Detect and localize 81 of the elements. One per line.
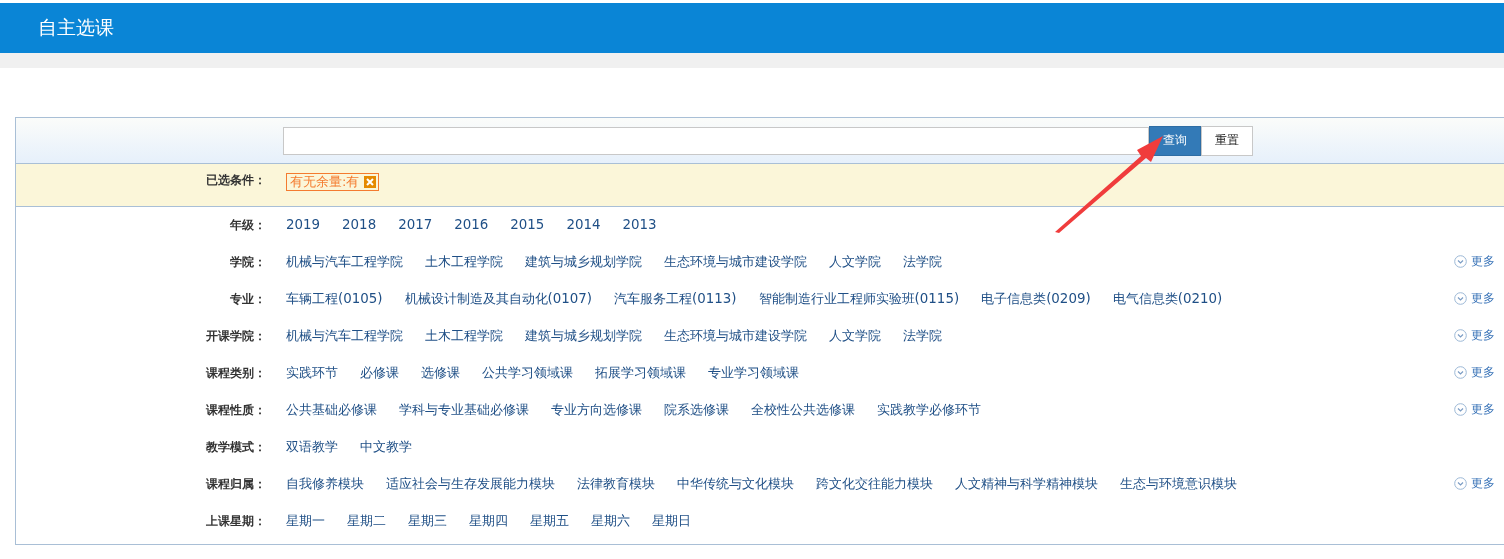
filter-option[interactable]: 双语教学 <box>286 435 338 459</box>
query-button[interactable]: 查询 <box>1149 125 1201 156</box>
filter-option[interactable]: 生态环境与城市建设学院 <box>664 324 807 348</box>
more-link[interactable]: 更多 <box>1454 401 1495 418</box>
filter-option[interactable]: 星期三 <box>408 509 447 533</box>
filter-label: 课程性质： <box>205 402 266 419</box>
filter-option[interactable]: 法学院 <box>903 324 942 348</box>
chevron-icon <box>1454 477 1467 490</box>
tag-text: 有无余量:有 <box>290 174 360 190</box>
filter-label: 年级： <box>229 217 266 234</box>
filter-option[interactable]: 生态与环境意识模块 <box>1120 472 1237 496</box>
filter-option[interactable]: 建筑与城乡规划学院 <box>525 324 642 348</box>
filter-label: 学院： <box>229 254 266 271</box>
filter-option[interactable]: 星期五 <box>530 509 569 533</box>
filter-option[interactable]: 学科与专业基础必修课 <box>399 398 529 422</box>
page-title: 自主选课 <box>38 15 114 40</box>
more-link[interactable]: 更多 <box>1454 290 1495 307</box>
search-field[interactable] <box>283 126 1149 155</box>
filter-option[interactable]: 2016 <box>454 213 489 237</box>
filter-option[interactable]: 星期一 <box>286 509 325 533</box>
filter-option[interactable]: 公共学习领域课 <box>482 361 573 385</box>
filter-option[interactable]: 跨文化交往能力模块 <box>816 472 933 496</box>
filter-option[interactable]: 2017 <box>398 213 433 237</box>
filter-option[interactable]: 自我修养模块 <box>286 472 364 496</box>
remove-icon[interactable] <box>364 176 377 188</box>
filter-option[interactable]: 中文教学 <box>360 435 412 459</box>
filter-option[interactable]: 实践环节 <box>286 361 338 385</box>
more-link[interactable]: 更多 <box>1454 253 1495 270</box>
filter-option[interactable]: 人文学院 <box>829 250 881 274</box>
filter-option[interactable]: 适应社会与生存发展能力模块 <box>386 472 555 496</box>
chevron-icon <box>1454 255 1467 268</box>
filter-option[interactable]: 全校性公共选修课 <box>751 398 855 422</box>
filter-option[interactable]: 拓展学习领域课 <box>595 361 686 385</box>
filter-label: 开课学院： <box>205 328 266 345</box>
filter-option[interactable]: 生态环境与城市建设学院 <box>664 250 807 274</box>
filter-option[interactable]: 星期六 <box>591 509 630 533</box>
more-link[interactable]: 更多 <box>1454 475 1495 492</box>
conditions-label: 已选条件： <box>205 172 266 189</box>
filter-option[interactable]: 法律教育模块 <box>577 472 655 496</box>
filter-label: 专业： <box>229 291 266 308</box>
filter-option[interactable]: 2019 <box>286 213 321 237</box>
chevron-icon <box>1454 403 1467 416</box>
filter-option[interactable]: 2018 <box>342 213 377 237</box>
filter-option[interactable]: 机械与汽车工程学院 <box>286 250 403 274</box>
filter-option[interactable]: 汽车服务工程(0113) <box>614 287 737 311</box>
filter-option[interactable]: 专业学习领域课 <box>708 361 799 385</box>
filter-option[interactable]: 法学院 <box>903 250 942 274</box>
filter-option[interactable]: 智能制造行业工程师实验班(0115) <box>758 287 960 311</box>
filter-option[interactable]: 中华传统与文化模块 <box>677 472 794 496</box>
filter-label: 课程归属： <box>205 476 266 493</box>
filter-option[interactable]: 电子信息类(0209) <box>981 287 1091 311</box>
filter-option[interactable]: 2013 <box>622 213 657 237</box>
filter-option[interactable]: 星期二 <box>347 509 386 533</box>
filter-label: 上课星期： <box>205 513 266 530</box>
filter-option[interactable]: 选修课 <box>421 361 460 385</box>
filter-label: 教学模式： <box>205 439 266 456</box>
filter-option[interactable]: 电气信息类(0210) <box>1112 287 1223 311</box>
filter-option[interactable]: 必修课 <box>360 361 399 385</box>
more-link[interactable]: 更多 <box>1454 327 1495 344</box>
filter-option[interactable]: 实践教学必修环节 <box>877 398 981 422</box>
filter-label: 课程类别： <box>205 365 266 382</box>
chevron-icon <box>1454 329 1467 342</box>
filter-option[interactable]: 土木工程学院 <box>425 250 503 274</box>
filter-option[interactable]: 土木工程学院 <box>425 324 503 348</box>
filter-option[interactable]: 院系选修课 <box>664 398 729 422</box>
chevron-icon <box>1454 366 1467 379</box>
more-link[interactable]: 更多 <box>1454 364 1495 381</box>
filter-option[interactable]: 建筑与城乡规划学院 <box>525 250 642 274</box>
reset-button[interactable]: 重置 <box>1201 125 1253 156</box>
filter-option[interactable]: 2015 <box>510 213 545 237</box>
chevron-icon <box>1454 292 1467 305</box>
filter-option[interactable]: 2014 <box>566 213 601 237</box>
filter-option[interactable]: 星期日 <box>652 509 691 533</box>
filter-option[interactable]: 机械与汽车工程学院 <box>286 324 403 348</box>
filter-option[interactable]: 机械设计制造及其自动化(0107) <box>404 287 593 311</box>
filter-option[interactable]: 星期四 <box>469 509 508 533</box>
filter-option[interactable]: 车辆工程(0105) <box>286 287 383 311</box>
filter-option[interactable]: 人文学院 <box>829 324 881 348</box>
filter-option[interactable]: 公共基础必修课 <box>286 398 377 422</box>
filter-option[interactable]: 人文精神与科学精神模块 <box>955 472 1098 496</box>
filter-option[interactable]: 专业方向选修课 <box>551 398 642 422</box>
